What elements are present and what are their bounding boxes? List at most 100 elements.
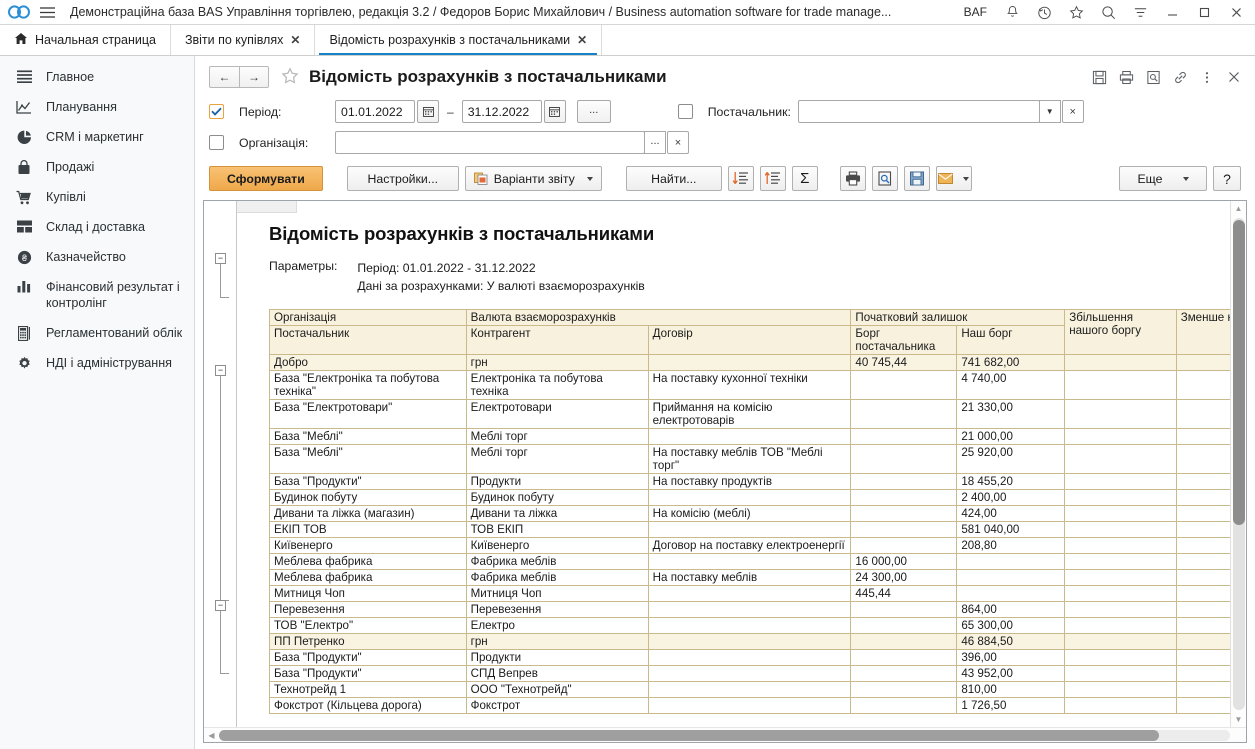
horizontal-scroll-thumb[interactable] xyxy=(219,729,1160,741)
supplier-checkbox[interactable] xyxy=(677,104,693,119)
sidebar-item-treasury[interactable]: ₴ Казначейство xyxy=(0,242,194,272)
organization-checkbox[interactable] xyxy=(209,135,224,150)
table-row[interactable]: Меблева фабрика Фабрика меблів 16 000,00 xyxy=(269,553,1246,570)
scroll-down-icon[interactable]: ▼ xyxy=(1231,712,1247,727)
sidebar-item-planning[interactable]: Планування xyxy=(0,92,194,122)
user-initials-badge[interactable]: BAF xyxy=(956,5,995,19)
table-row[interactable]: Дивани та ліжка (магазин) Дивани та ліжка… xyxy=(269,505,1246,522)
table-row[interactable]: Меблева фабрика Фабрика меблів На поставку… xyxy=(269,569,1246,586)
table-cell-c5 xyxy=(1064,354,1177,371)
preview-icon[interactable] xyxy=(1140,65,1166,89)
scroll-up-icon[interactable]: ▲ xyxy=(1231,201,1247,216)
organization-clear-button[interactable]: × xyxy=(667,131,689,154)
table-row[interactable]: База "Продукти" Продукти На поставку проду… xyxy=(269,473,1246,490)
more-icon[interactable] xyxy=(1194,65,1220,89)
tab-home[interactable]: Начальная страница xyxy=(0,25,171,55)
history-icon[interactable] xyxy=(1029,0,1059,24)
filter-icon[interactable] xyxy=(1125,0,1155,24)
collapse-toggle-params[interactable]: − xyxy=(215,253,226,264)
vertical-scroll-thumb[interactable] xyxy=(1232,220,1245,526)
print-preview-icon[interactable] xyxy=(871,166,898,191)
table-row[interactable]: База "Меблі" Меблі торг На поставку меблів… xyxy=(269,444,1246,474)
period-checkbox[interactable] xyxy=(209,104,224,119)
table-row[interactable]: База "Меблі" Меблі торг 21 000,00 xyxy=(269,428,1246,445)
close-icon[interactable] xyxy=(1221,65,1247,89)
help-button[interactable]: ? xyxy=(1213,166,1241,191)
forward-button[interactable]: → xyxy=(239,66,269,88)
save-floppy-icon[interactable] xyxy=(903,166,930,191)
supplier-dropdown-icon[interactable]: ▼ xyxy=(1038,100,1061,123)
mail-button[interactable] xyxy=(935,166,972,191)
star-outline-icon[interactable] xyxy=(281,66,299,88)
sidebar-item-crm[interactable]: CRM і маркетинг xyxy=(0,122,194,152)
supplier-clear-button[interactable]: × xyxy=(1061,100,1084,123)
print-icon[interactable] xyxy=(839,166,866,191)
back-button[interactable]: ← xyxy=(209,66,239,88)
grid-icon xyxy=(14,219,34,233)
horizontal-scroll-track[interactable] xyxy=(219,729,1230,741)
tab-supplier-statement[interactable]: Відомість розрахунків з постачальниками … xyxy=(315,25,603,55)
table-cell-c5 xyxy=(1064,370,1177,400)
organization-input[interactable] xyxy=(335,131,645,154)
horizontal-scrollbar[interactable]: ◀ xyxy=(204,727,1246,742)
save-icon[interactable] xyxy=(1086,65,1112,89)
table-row[interactable]: Перевезення Перевезення 864,00 xyxy=(269,601,1246,618)
table-row[interactable]: Технотрейд 1 ООО "Технотрейд" 810,00 xyxy=(269,681,1246,698)
sidebar-item-administration[interactable]: НДІ і адміністрування xyxy=(0,348,194,378)
table-row[interactable]: Митниця Чоп Митниця Чоп 445,44 xyxy=(269,585,1246,602)
find-button[interactable]: Найти... xyxy=(625,166,722,191)
vertical-scroll-track[interactable] xyxy=(1232,218,1245,710)
table-row[interactable]: ТОВ "Електро" Електро 65 300,00 xyxy=(269,617,1246,634)
link-icon[interactable] xyxy=(1167,65,1193,89)
tab-close-icon[interactable]: ✕ xyxy=(290,33,300,47)
home-icon xyxy=(14,32,28,48)
star-icon[interactable] xyxy=(1061,0,1091,24)
period-from-input[interactable]: 01.01.2022 xyxy=(335,100,415,123)
organization-select-button[interactable]: ... xyxy=(644,131,666,154)
sidebar-item-purchases[interactable]: Купівлі xyxy=(0,182,194,212)
sidebar-item-main[interactable]: Главное xyxy=(0,62,194,92)
table-row[interactable]: Київенерго Київенерго Договор на поставку … xyxy=(269,537,1246,554)
table-group-row[interactable]: Добро грн 40 745,44 741 682,00 xyxy=(269,354,1246,371)
tab-close-icon[interactable]: ✕ xyxy=(577,33,587,47)
report-viewer: − − − Відомість розрахунків з постачальн… xyxy=(203,200,1247,743)
table-cell-c2 xyxy=(647,521,852,538)
collapse-toggle-group-2[interactable]: − xyxy=(215,600,226,611)
period-to-input[interactable]: 31.12.2022 xyxy=(461,100,542,123)
vertical-scrollbar[interactable]: ▲ ▼ xyxy=(1230,201,1246,727)
maximize-icon[interactable] xyxy=(1189,0,1219,24)
generate-button[interactable]: Сформувати xyxy=(209,166,323,191)
table-row[interactable]: База "Продукти" Продукти 396,00 xyxy=(269,649,1246,666)
scroll-left-icon[interactable]: ◀ xyxy=(204,731,219,740)
calendar-icon[interactable] xyxy=(543,100,566,123)
report-content[interactable]: Відомість розрахунків з постачальниками … xyxy=(236,201,1246,727)
tab-purchase-reports[interactable]: Звіти по купівлях ✕ xyxy=(170,25,316,55)
more-button[interactable]: Еще xyxy=(1119,166,1207,191)
table-row[interactable]: Фокстрот (Кільцева дорога) Фокстрот 1 726,… xyxy=(269,697,1246,714)
close-icon[interactable] xyxy=(1221,0,1251,24)
search-icon[interactable] xyxy=(1093,0,1123,24)
table-row[interactable]: Будинок побуту Будинок побуту 2 400,00 xyxy=(269,489,1246,506)
sidebar-item-regulated-accounting[interactable]: Регламентований облік xyxy=(0,318,194,348)
table-row[interactable]: База "Електроніка та побутова техніка" Ел… xyxy=(269,370,1246,400)
sidebar-item-sales[interactable]: Продажі xyxy=(0,152,194,182)
table-row[interactable]: База "Електротовари" Електротовари Прийман… xyxy=(269,399,1246,429)
sum-sigma-icon[interactable]: Σ xyxy=(791,166,818,191)
sort-descending-icon[interactable] xyxy=(727,166,754,191)
calendar-icon[interactable] xyxy=(417,100,439,123)
bell-icon[interactable] xyxy=(997,0,1027,24)
table-group-row[interactable]: ПП Петренко грн 46 884,50 xyxy=(269,633,1246,650)
table-row[interactable]: База "Продукти" СПД Вепрев 43 952,00 xyxy=(269,665,1246,682)
period-more-button[interactable]: ... xyxy=(576,100,611,123)
collapse-toggle-group-1[interactable]: − xyxy=(215,365,226,376)
report-variants-button[interactable]: Варіанти звіту xyxy=(464,166,602,191)
table-row[interactable]: ЕКІП ТОВ ТОВ ЕКІП 581 040,00 xyxy=(269,521,1246,538)
minimize-icon[interactable] xyxy=(1157,0,1187,24)
sidebar-item-warehouse[interactable]: Склад і доставка xyxy=(0,212,194,242)
sidebar-item-financial-result[interactable]: Фінансовий результат і контролінг xyxy=(0,272,194,318)
supplier-input[interactable] xyxy=(797,100,1040,123)
settings-button[interactable]: Настройки... xyxy=(346,166,459,191)
hamburger-menu-icon[interactable] xyxy=(34,6,60,18)
grouping-icon[interactable] xyxy=(759,166,786,191)
print-icon[interactable] xyxy=(1113,65,1139,89)
